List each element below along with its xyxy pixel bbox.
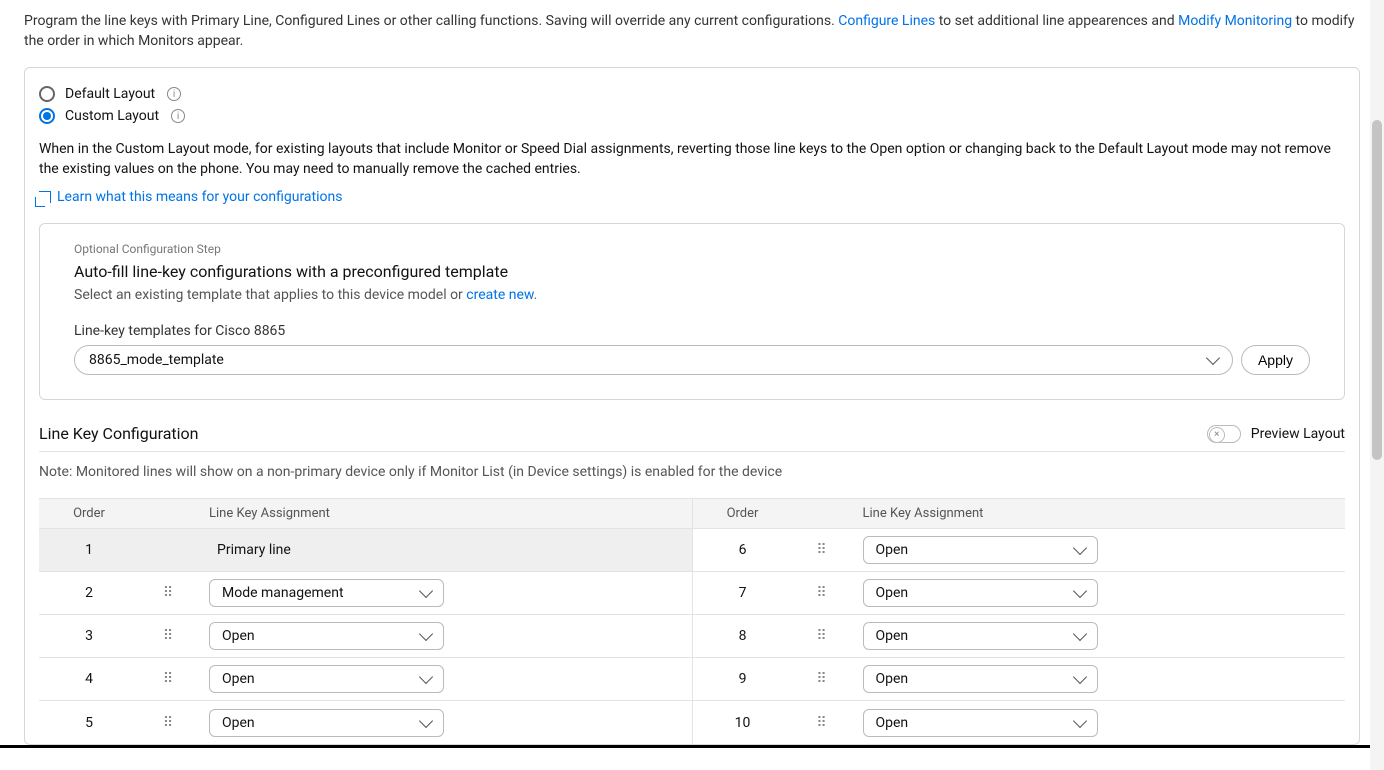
chevron-down-icon: [1072, 714, 1086, 728]
layout-card: Default Layout i Custom Layout i When in…: [24, 67, 1360, 745]
optional-step-label: Optional Configuration Step: [74, 242, 1310, 256]
chevron-down-icon: [1072, 584, 1086, 598]
drag-handle-icon[interactable]: [163, 628, 175, 644]
scrollbar-thumb[interactable]: [1372, 120, 1382, 460]
chevron-down-icon: [1072, 541, 1086, 555]
assignment-select[interactable]: Open: [863, 665, 1098, 693]
order-cell: 7: [693, 585, 793, 601]
table-row: 7 Open: [693, 572, 1346, 615]
table-row: 3 Open: [39, 615, 692, 658]
chevron-down-icon: [419, 714, 433, 728]
line-key-config-header: Line Key Configuration Preview Layout: [39, 424, 1345, 452]
order-cell: 2: [39, 585, 139, 601]
info-icon[interactable]: i: [171, 109, 185, 123]
custom-layout-radio[interactable]: [39, 108, 55, 124]
configure-lines-link[interactable]: Configure Lines: [838, 13, 935, 29]
chevron-down-icon: [1072, 627, 1086, 641]
drag-handle-icon[interactable]: [816, 628, 828, 644]
line-key-note: Note: Monitored lines will show on a non…: [39, 464, 1345, 480]
assignment-select[interactable]: Open: [863, 536, 1098, 564]
assignment-select[interactable]: Open: [863, 622, 1098, 650]
external-link-icon: [39, 191, 51, 203]
table-row: 5 Open: [39, 701, 692, 744]
table-row: 8 Open: [693, 615, 1346, 658]
info-icon[interactable]: i: [167, 87, 181, 101]
table-row: 6 Open: [693, 529, 1346, 572]
learn-more-link[interactable]: Learn what this means for your configura…: [39, 189, 1345, 205]
table-row: 4 Open: [39, 658, 692, 701]
drag-handle-icon[interactable]: [816, 585, 828, 601]
table-row: 1 Primary line: [39, 529, 692, 572]
template-select[interactable]: 8865_mode_template: [74, 345, 1233, 375]
assignment-select[interactable]: Open: [209, 665, 444, 693]
drag-handle-icon[interactable]: [163, 671, 175, 687]
template-box: Optional Configuration Step Auto-fill li…: [39, 223, 1345, 400]
modify-monitoring-link[interactable]: Modify Monitoring: [1178, 13, 1292, 29]
th-assignment: Line Key Assignment: [853, 506, 1346, 521]
default-layout-radio[interactable]: [39, 86, 55, 102]
drag-handle-icon[interactable]: [816, 542, 828, 558]
order-cell: 1: [39, 542, 139, 558]
line-key-table: Order Line Key Assignment 1 Primary line…: [39, 498, 1345, 744]
table-row: 2 Mode management: [39, 572, 692, 615]
chevron-down-icon: [419, 670, 433, 684]
primary-line-text: Primary line: [209, 542, 674, 558]
order-cell: 9: [693, 671, 793, 687]
chevron-down-icon: [419, 584, 433, 598]
th-order: Order: [39, 506, 139, 521]
assignment-select[interactable]: Open: [209, 622, 444, 650]
drag-handle-icon[interactable]: [816, 671, 828, 687]
th-assignment: Line Key Assignment: [199, 506, 692, 521]
order-cell: 3: [39, 628, 139, 644]
table-row: 10 Open: [693, 701, 1346, 744]
scrollbar[interactable]: [1370, 0, 1384, 770]
default-layout-label: Default Layout: [65, 86, 155, 102]
th-order: Order: [693, 506, 793, 521]
layout-radio-group: Default Layout i Custom Layout i: [39, 86, 1345, 124]
chevron-down-icon: [1206, 351, 1220, 365]
order-cell: 5: [39, 715, 139, 731]
template-subtitle: Select an existing template that applies…: [74, 287, 1310, 303]
drag-handle-icon[interactable]: [163, 585, 175, 601]
chevron-down-icon: [1072, 670, 1086, 684]
assignment-select[interactable]: Mode management: [209, 579, 444, 607]
intro-text: Program the line keys with Primary Line,…: [24, 12, 1360, 51]
assignment-select[interactable]: Open: [863, 579, 1098, 607]
order-cell: 6: [693, 542, 793, 558]
create-new-link[interactable]: create new: [466, 287, 533, 303]
chevron-down-icon: [419, 627, 433, 641]
drag-handle-icon[interactable]: [163, 715, 175, 731]
order-cell: 8: [693, 628, 793, 644]
line-key-col-left: Order Line Key Assignment 1 Primary line…: [39, 499, 693, 744]
assignment-select[interactable]: Open: [863, 709, 1098, 737]
drag-handle-icon[interactable]: [816, 715, 828, 731]
custom-layout-label: Custom Layout: [65, 108, 159, 124]
order-cell: 10: [693, 715, 793, 731]
order-cell: 4: [39, 671, 139, 687]
table-row: 9 Open: [693, 658, 1346, 701]
preview-layout-toggle[interactable]: [1207, 425, 1241, 443]
assignment-select[interactable]: Open: [209, 709, 444, 737]
line-key-col-right: Order Line Key Assignment 6 Open 7 Open …: [693, 499, 1346, 744]
section-title: Line Key Configuration: [39, 424, 199, 443]
preview-layout-label: Preview Layout: [1251, 426, 1345, 442]
apply-button[interactable]: Apply: [1241, 345, 1310, 375]
template-title: Auto-fill line-key configurations with a…: [74, 262, 1310, 281]
template-field-label: Line-key templates for Cisco 8865: [74, 323, 1310, 339]
custom-layout-description: When in the Custom Layout mode, for exis…: [39, 140, 1345, 179]
